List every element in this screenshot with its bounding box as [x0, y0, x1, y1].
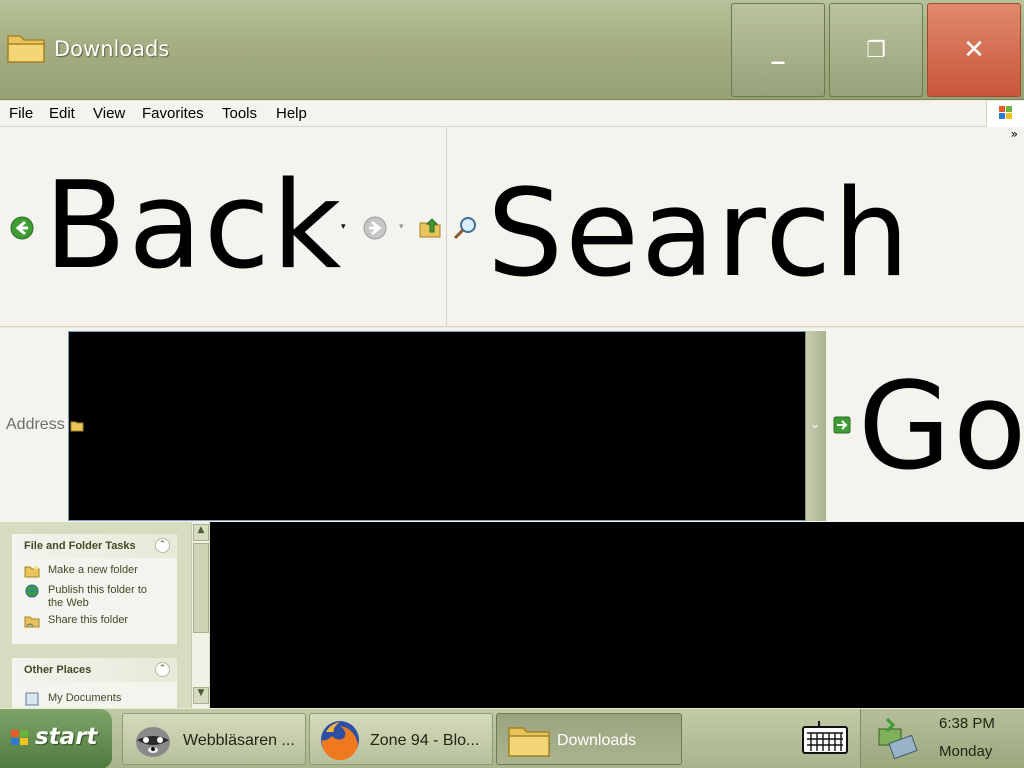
address-folder-icon — [70, 421, 84, 432]
folder-up-icon[interactable] — [418, 215, 442, 239]
toolbar: Back ▾ ▾ Search » — [0, 127, 1024, 327]
task-pane-scrollbar[interactable]: ▲ ▼ — [191, 522, 209, 708]
task-pane: File and Folder Tasks ⌃ Make a new folde… — [0, 522, 210, 708]
share-folder-link[interactable]: Share this folder — [12, 614, 177, 628]
forward-arrow-icon[interactable] — [363, 216, 387, 240]
restore-icon: ❐ — [866, 37, 886, 63]
search-button[interactable]: Search — [487, 175, 911, 295]
panel-title: File and Folder Tasks — [24, 540, 136, 552]
close-button[interactable]: ✕ — [927, 3, 1021, 97]
menu-view[interactable]: View — [93, 105, 125, 122]
chevron-down-icon: ⌄ — [810, 417, 821, 431]
menu-bar: File Edit View Favorites Tools Help — [0, 101, 1024, 127]
file-folder-tasks-header[interactable]: File and Folder Tasks ⌃ — [12, 534, 177, 558]
system-tray: 6:38 PM Monday — [860, 709, 1024, 768]
scroll-up-icon[interactable]: ▲ — [193, 524, 209, 541]
keyboard-icon[interactable] — [801, 721, 849, 757]
back-button[interactable]: Back — [44, 167, 343, 287]
taskbar-item-label: Webbläsaren ... — [183, 732, 295, 749]
address-input[interactable] — [68, 331, 826, 521]
panel-title: Other Places — [24, 664, 92, 676]
toolbar-overflow-icon[interactable]: » — [1011, 127, 1018, 141]
documents-icon — [25, 692, 39, 706]
folder-icon — [508, 727, 550, 757]
scroll-thumb[interactable] — [193, 543, 209, 633]
collapse-icon[interactable]: ⌃ — [155, 662, 170, 677]
windows-logo-icon — [986, 101, 1024, 127]
taskbar-item-label: Zone 94 - Blo... — [370, 732, 480, 749]
address-label: Address — [6, 416, 65, 433]
maximize-button[interactable]: ❐ — [829, 3, 923, 97]
go-button[interactable]: Go — [858, 368, 1024, 488]
minimize-icon: _ — [771, 35, 785, 65]
menu-favorites[interactable]: Favorites — [142, 105, 204, 122]
other-places-panel: Other Places ⌃ My Documents — [12, 658, 177, 708]
make-new-folder-link[interactable]: Make a new folder — [12, 564, 177, 578]
share-folder-icon — [24, 616, 40, 628]
task-label: Publish this folder to the Web — [48, 584, 148, 609]
search-icon[interactable] — [452, 215, 478, 241]
file-folder-tasks-panel: File and Folder Tasks ⌃ Make a new folde… — [12, 534, 177, 644]
taskbar-item-label: Downloads — [557, 732, 637, 749]
menu-tools[interactable]: Tools — [222, 105, 257, 122]
folder-icon — [7, 35, 45, 63]
taskbar-item-webblasaren[interactable]: Webbläsaren ... — [122, 713, 306, 765]
address-dropdown-button[interactable]: ⌄ — [805, 331, 826, 521]
globe-icon — [25, 584, 39, 598]
task-label: Make a new folder — [48, 564, 138, 576]
firefox-icon — [321, 721, 359, 761]
other-places-header[interactable]: Other Places ⌃ — [12, 658, 177, 682]
task-label: My Documents — [48, 692, 122, 704]
my-documents-link[interactable]: My Documents — [12, 692, 177, 706]
menu-help[interactable]: Help — [276, 105, 307, 122]
network-connection-icon[interactable] — [873, 715, 921, 763]
close-icon: ✕ — [963, 35, 985, 65]
start-label: start — [35, 724, 98, 750]
title-bar[interactable]: Downloads _ ❐ ✕ — [0, 0, 1024, 100]
taskbar-item-zone94[interactable]: Zone 94 - Blo... — [309, 713, 493, 765]
file-list-area[interactable] — [210, 522, 1024, 708]
menu-file[interactable]: File — [9, 105, 33, 122]
scroll-down-icon[interactable]: ▼ — [193, 687, 209, 704]
forward-dropdown-icon[interactable]: ▾ — [399, 222, 404, 232]
collapse-icon[interactable]: ⌃ — [155, 538, 170, 553]
task-label: Share this folder — [48, 614, 129, 626]
publish-folder-link[interactable]: Publish this folder to the Web — [12, 584, 152, 610]
back-arrow-icon[interactable] — [10, 216, 34, 240]
taskbar-item-downloads[interactable]: Downloads — [496, 713, 682, 765]
go-arrow-icon[interactable] — [833, 416, 851, 434]
windows-flag-icon — [11, 730, 28, 745]
start-button[interactable]: start — [0, 709, 112, 768]
taskbar: start Webbläsaren ... Zone 94 - Blo... D… — [0, 708, 1024, 768]
raccoon-icon — [136, 727, 170, 757]
back-dropdown-icon[interactable]: ▾ — [341, 222, 346, 232]
new-folder-icon — [24, 566, 40, 578]
menu-edit[interactable]: Edit — [49, 105, 75, 122]
clock-day: Monday — [939, 743, 993, 760]
minimize-button[interactable]: _ — [731, 3, 825, 97]
address-bar: Address ⌄ Go — [0, 328, 1024, 522]
toolbar-separator — [446, 127, 447, 327]
window-title: Downloads — [54, 37, 170, 61]
clock-time[interactable]: 6:38 PM — [939, 715, 995, 732]
